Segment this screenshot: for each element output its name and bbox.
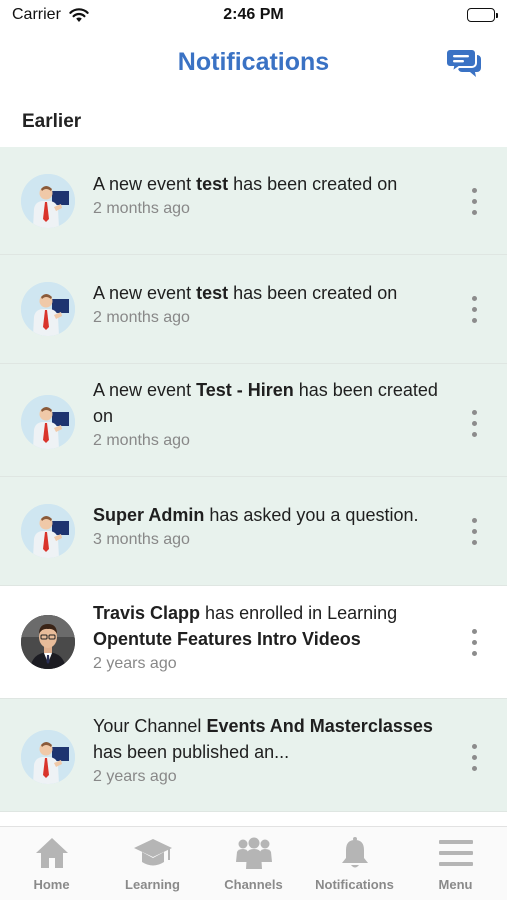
notification-item[interactable]: A new event Test - Hiren has been create… xyxy=(0,364,507,477)
more-options-icon[interactable] xyxy=(465,626,485,660)
tab-label: Learning xyxy=(125,877,180,892)
graduation-cap-icon xyxy=(102,835,203,871)
tab-channels[interactable]: Channels xyxy=(203,835,304,892)
notification-item[interactable]: A new event test has been created on 2 m… xyxy=(0,255,507,364)
tab-menu[interactable]: Menu xyxy=(405,835,506,892)
notification-time: 2 months ago xyxy=(93,200,190,217)
avatar xyxy=(21,730,75,784)
notification-time: 2 months ago xyxy=(93,309,190,326)
tab-label: Home xyxy=(33,877,70,892)
notification-message: Travis Clapp has enrolled in Learning Op… xyxy=(93,603,398,649)
notification-item[interactable]: Travis Clapp has enrolled in Learning Op… xyxy=(0,586,507,699)
home-icon xyxy=(1,835,102,871)
more-options-icon[interactable] xyxy=(465,293,485,327)
battery-icon xyxy=(467,8,498,22)
avatar xyxy=(21,504,75,558)
notification-message: Your Channel Events And Masterclasses ha… xyxy=(93,716,433,762)
notification-message: A new event test has been created on xyxy=(93,283,398,303)
avatar xyxy=(21,174,75,228)
page-title: Notifications xyxy=(177,48,330,76)
notification-item[interactable]: Your Channel Events And Masterclasses ha… xyxy=(0,699,507,812)
notification-time: 2 years ago xyxy=(93,768,177,785)
notification-time: 2 months ago xyxy=(93,432,190,449)
tab-bar: Home Learning Channels Notifications Men… xyxy=(0,826,507,900)
notification-list: A new event test has been created on 2 m… xyxy=(0,147,507,812)
notification-item[interactable]: Super Admin has asked you a question. 3 … xyxy=(0,477,507,586)
section-label-earlier: Earlier xyxy=(22,111,82,132)
more-options-icon[interactable] xyxy=(465,741,485,775)
notification-item[interactable]: A new event test has been created on 2 m… xyxy=(0,147,507,255)
tab-label: Menu xyxy=(438,877,473,892)
notification-message: Super Admin has asked you a question. xyxy=(93,505,419,525)
tab-notifications[interactable]: Notifications xyxy=(304,835,405,892)
navigation-header: Notifications xyxy=(0,36,507,90)
bell-icon xyxy=(304,835,405,871)
tab-home[interactable]: Home xyxy=(1,835,102,892)
avatar xyxy=(21,395,75,449)
more-options-icon[interactable] xyxy=(465,515,485,549)
notification-time: 3 months ago xyxy=(93,531,190,548)
tab-label: Notifications xyxy=(315,877,394,892)
more-options-icon[interactable] xyxy=(465,185,485,219)
avatar xyxy=(21,282,75,336)
notification-message: A new event test has been created on xyxy=(93,174,398,194)
avatar xyxy=(21,615,75,669)
notification-time: 2 years ago xyxy=(93,655,177,672)
users-group-icon xyxy=(203,835,304,871)
chat-bubbles-icon[interactable] xyxy=(445,46,483,78)
status-bar: Carrier 2:46 PM xyxy=(0,0,507,32)
clock: 2:46 PM xyxy=(223,6,284,23)
tab-learning[interactable]: Learning xyxy=(102,835,203,892)
notification-message: A new event Test - Hiren has been create… xyxy=(93,380,438,426)
hamburger-menu-icon xyxy=(405,835,506,871)
more-options-icon[interactable] xyxy=(465,407,485,441)
tab-label: Channels xyxy=(224,877,283,892)
